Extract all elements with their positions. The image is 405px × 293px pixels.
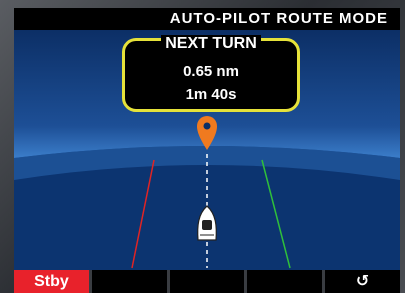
softkey-bar: Stby ↺: [14, 270, 400, 293]
autopilot-screen: AUTO-PILOT ROUTE MODE NEXT TURN 0.65 nm …: [14, 8, 400, 270]
softkey-3[interactable]: [169, 270, 245, 293]
mode-title: AUTO-PILOT ROUTE MODE: [14, 8, 400, 30]
next-turn-time: 1m 40s: [185, 86, 237, 103]
softkey-2[interactable]: [91, 270, 167, 293]
next-turn-heading: NEXT TURN: [125, 35, 297, 53]
back-button[interactable]: ↺: [325, 270, 400, 293]
softkey-4[interactable]: [247, 270, 323, 293]
next-turn-distance: 0.65 nm: [183, 63, 239, 80]
waypoint-marker-icon: [197, 116, 217, 150]
standby-button[interactable]: Stby: [14, 270, 89, 293]
next-turn-panel: NEXT TURN 0.65 nm 1m 40s: [122, 35, 300, 112]
